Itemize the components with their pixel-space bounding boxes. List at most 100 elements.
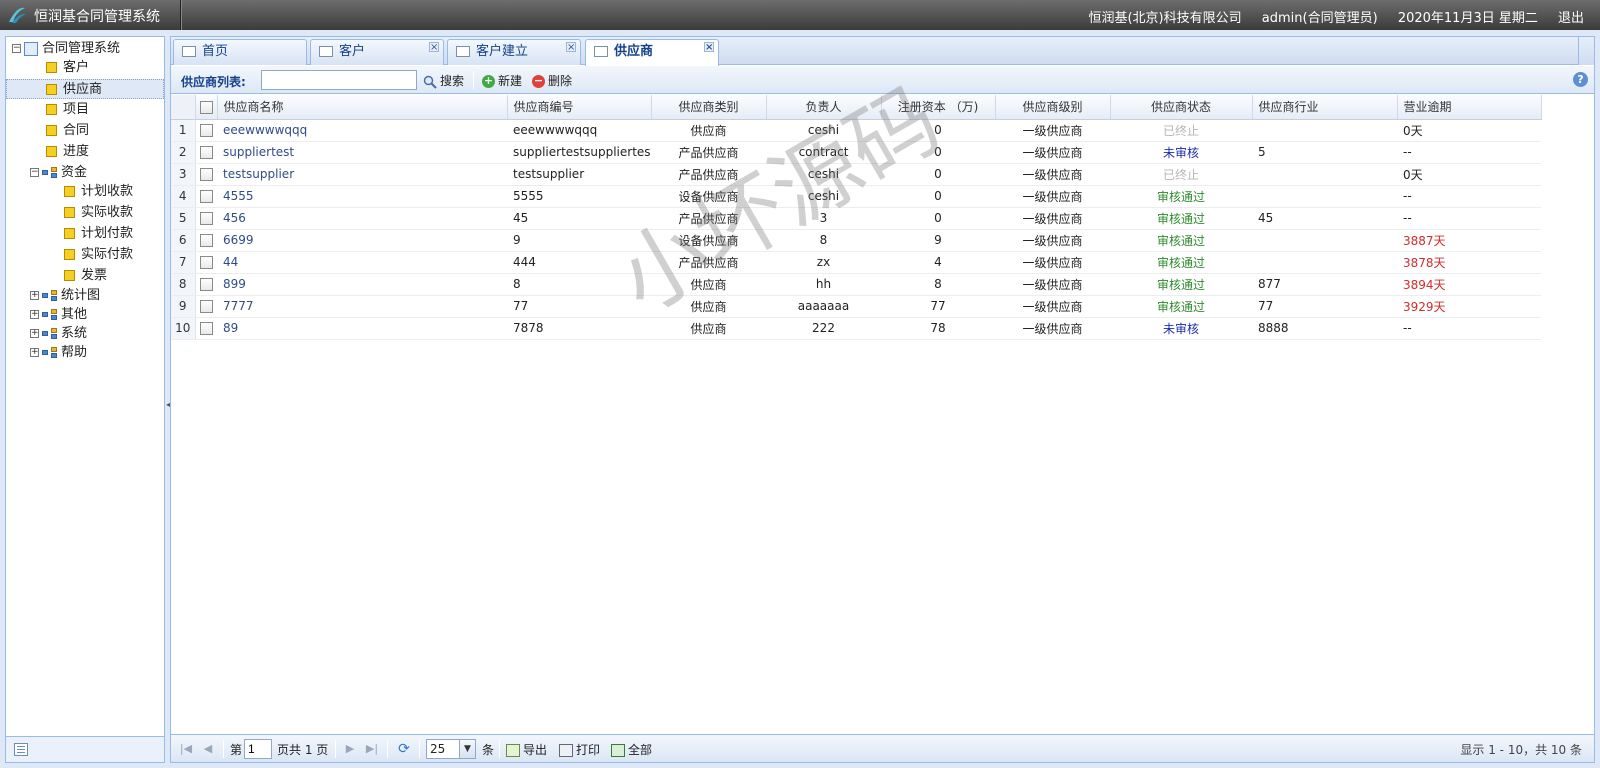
prev-page-icon[interactable]: ◀: [201, 742, 215, 756]
supplier-name-link[interactable]: 89: [217, 317, 507, 340]
export-button[interactable]: 导出: [506, 741, 547, 758]
col-header-code[interactable]: 供应商编号: [507, 95, 652, 120]
next-page-icon[interactable]: ▶: [343, 742, 357, 756]
row-checkbox-cell[interactable]: [195, 229, 217, 252]
col-header-level[interactable]: 供应商级别: [995, 95, 1111, 120]
col-header-industry[interactable]: 供应商行业: [1252, 95, 1398, 120]
col-header-owner[interactable]: 负责人: [766, 95, 882, 120]
row-checkbox-cell[interactable]: [195, 251, 217, 274]
close-icon[interactable]: ×: [704, 42, 714, 53]
delete-button-label: 删除: [548, 74, 573, 88]
supplier-name-link[interactable]: 899: [217, 273, 507, 296]
logout-link[interactable]: 退出: [1558, 11, 1584, 26]
supplier-name-link[interactable]: 7777: [217, 295, 507, 318]
row-checkbox[interactable]: [199, 234, 213, 247]
close-icon[interactable]: ×: [566, 42, 576, 53]
sidebar-group-charts[interactable]: + 统计图: [6, 286, 164, 306]
sidebar-item-actual-receipt[interactable]: 实际收款: [6, 203, 164, 223]
sidebar-item-customer[interactable]: 客户: [6, 58, 164, 78]
row-checkbox-cell[interactable]: [195, 317, 217, 340]
delete-button[interactable]: − 删除: [532, 72, 572, 89]
sidebar-group-other[interactable]: + 其他: [6, 305, 164, 325]
row-checkbox-cell[interactable]: [195, 163, 217, 186]
supplier-name-link[interactable]: 456: [217, 207, 507, 230]
supplier-name-link[interactable]: 6699: [217, 229, 507, 252]
page-size-select[interactable]: 25 ▼: [426, 739, 476, 759]
sidebar-item-progress[interactable]: 进度: [6, 142, 164, 162]
expand-icon[interactable]: +: [30, 329, 39, 338]
expand-icon[interactable]: +: [30, 348, 39, 357]
page-number-input[interactable]: [244, 739, 272, 759]
table-row[interactable]: 9 7777 77 供应商 aaaaaaa 77 一级供应商 审核通过 77 3929天: [171, 295, 1541, 318]
sidebar-item-planned-payment[interactable]: 计划付款: [6, 224, 164, 244]
table-row[interactable]: 5 456 45 产品供应商 3 0 一级供应商 审核通过 45 --: [171, 207, 1541, 230]
collapse-icon[interactable]: −: [30, 168, 39, 177]
search-input[interactable]: [261, 70, 417, 90]
print-button[interactable]: 打印: [559, 741, 600, 758]
col-header-name[interactable]: 供应商名称: [217, 95, 508, 120]
refresh-icon[interactable]: ⟳: [397, 742, 411, 756]
col-header-overdue[interactable]: 营业逾期: [1397, 95, 1542, 120]
col-header-status[interactable]: 供应商状态: [1110, 95, 1253, 120]
new-button[interactable]: + 新建: [482, 72, 522, 89]
col-header-capital[interactable]: 注册资本 （万): [881, 95, 996, 120]
col-header-type[interactable]: 供应商类别: [651, 95, 767, 120]
row-checkbox-cell[interactable]: [195, 185, 217, 208]
row-checkbox-cell[interactable]: [195, 141, 217, 164]
expand-icon[interactable]: +: [30, 310, 39, 319]
sidebar-group-help[interactable]: + 帮助: [6, 343, 164, 363]
search-button[interactable]: 搜索: [423, 72, 464, 89]
select-all-checkbox-header[interactable]: [195, 95, 218, 120]
row-checkbox[interactable]: [199, 300, 213, 313]
table-row[interactable]: 10 89 7878 供应商 222 78 一级供应商 未审核 8888 --: [171, 317, 1541, 340]
tab-home[interactable]: 首页: [173, 39, 307, 65]
supplier-type: 产品供应商: [651, 141, 766, 164]
sidebar-item-invoice[interactable]: 发票: [6, 266, 164, 286]
close-icon[interactable]: ×: [429, 42, 439, 53]
expand-icon[interactable]: +: [30, 291, 39, 300]
supplier-name-link[interactable]: suppliertest: [217, 141, 507, 164]
tab-customer-create[interactable]: 客户建立 ×: [447, 39, 581, 65]
sidebar-group-funds[interactable]: − 资金: [6, 163, 164, 183]
row-checkbox[interactable]: [199, 168, 213, 181]
show-all-button[interactable]: 全部: [611, 741, 652, 758]
last-page-icon[interactable]: ▶|: [365, 742, 379, 756]
tree-root[interactable]: − 合同管理系统: [6, 39, 164, 59]
sidebar-item-planned-receipt[interactable]: 计划收款: [6, 182, 164, 202]
first-page-icon[interactable]: |◀: [179, 742, 193, 756]
row-checkbox-cell[interactable]: [195, 207, 217, 230]
row-checkbox[interactable]: [199, 322, 213, 335]
chevron-down-icon[interactable]: ▼: [459, 740, 475, 758]
row-checkbox[interactable]: [199, 146, 213, 159]
row-checkbox[interactable]: [199, 256, 213, 269]
list-icon[interactable]: [14, 743, 28, 756]
sidebar-item-supplier[interactable]: 供应商: [6, 79, 164, 99]
row-checkbox-cell[interactable]: [195, 273, 217, 296]
table-row[interactable]: 7 44 444 产品供应商 zx 4 一级供应商 审核通过 3878天: [171, 251, 1541, 274]
supplier-name-link[interactable]: eeewwwwqqq: [217, 119, 507, 142]
select-all-checkbox[interactable]: [199, 100, 213, 114]
row-checkbox[interactable]: [199, 278, 213, 291]
supplier-name-link[interactable]: 44: [217, 251, 507, 274]
supplier-name-link[interactable]: testsupplier: [217, 163, 507, 186]
sidebar-item-project[interactable]: 项目: [6, 100, 164, 120]
collapse-icon[interactable]: −: [12, 44, 21, 53]
sidebar-item-actual-payment[interactable]: 实际付款: [6, 245, 164, 265]
sidebar-item-contract[interactable]: 合同: [6, 121, 164, 141]
table-row[interactable]: 6 6699 9 设备供应商 8 9 一级供应商 审核通过 3887天: [171, 229, 1541, 252]
table-row[interactable]: 3 testsupplier testsupplier 产品供应商 ceshi 0 一级供应…: [171, 163, 1541, 186]
row-checkbox[interactable]: [199, 190, 213, 203]
help-icon[interactable]: ?: [1573, 72, 1588, 87]
table-row[interactable]: 1 eeewwwwqqq eeewwwwqqq 供应商 ceshi 0 一级供应商 已终止 0天: [171, 119, 1541, 142]
table-row[interactable]: 4 4555 5555 设备供应商 ceshi 0 一级供应商 审核通过 --: [171, 185, 1541, 208]
table-row[interactable]: 8 899 8 供应商 hh 8 一级供应商 审核通过 877 3894天: [171, 273, 1541, 296]
sidebar-group-system[interactable]: + 系统: [6, 324, 164, 344]
row-checkbox-cell[interactable]: [195, 295, 217, 318]
row-checkbox[interactable]: [199, 212, 213, 225]
tab-customer[interactable]: 客户 ×: [310, 39, 444, 65]
supplier-name-link[interactable]: 4555: [217, 185, 507, 208]
tab-supplier[interactable]: 供应商 ×: [585, 39, 719, 66]
table-row[interactable]: 2 suppliertest suppliertestsuppliertest 产品供…: [171, 141, 1541, 164]
row-checkbox-cell[interactable]: [195, 119, 217, 142]
row-checkbox[interactable]: [199, 124, 213, 137]
